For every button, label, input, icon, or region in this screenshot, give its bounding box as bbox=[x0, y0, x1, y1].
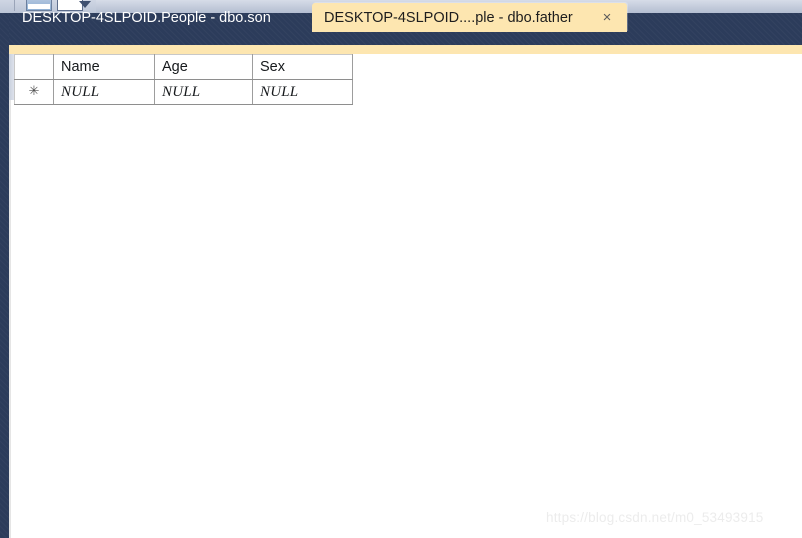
cell-value: NULL bbox=[61, 83, 100, 100]
tab-bar-underline bbox=[9, 45, 802, 54]
left-dock-rail bbox=[0, 13, 9, 538]
results-grid[interactable]: Name Age Sex ✳ NULL NULL NULL bbox=[14, 54, 353, 105]
tab-label: DESKTOP-4SLPOID.People - dbo.son bbox=[22, 9, 271, 26]
table-row[interactable]: ✳ NULL NULL NULL bbox=[14, 79, 353, 105]
column-header-sex[interactable]: Sex bbox=[252, 54, 353, 80]
tab-label: DESKTOP-4SLPOID....ple - dbo.father bbox=[324, 9, 573, 26]
watermark: https://blog.csdn.net/m0_53493915 bbox=[546, 510, 764, 525]
new-row-asterisk-icon: ✳ bbox=[28, 83, 40, 98]
cell-value: NULL bbox=[260, 83, 299, 100]
table-header-row: Name Age Sex bbox=[14, 54, 353, 80]
row-header-new-row[interactable]: ✳ bbox=[14, 79, 54, 105]
cell-age[interactable]: NULL bbox=[154, 79, 253, 105]
tab-dbo-father[interactable]: DESKTOP-4SLPOID....ple - dbo.father × bbox=[312, 3, 627, 32]
column-header-age[interactable]: Age bbox=[154, 54, 253, 80]
row-header-corner bbox=[14, 54, 54, 80]
cell-sex[interactable]: NULL bbox=[252, 79, 353, 105]
tab-dbo-son[interactable]: DESKTOP-4SLPOID.People - dbo.son bbox=[9, 3, 293, 32]
column-header-name[interactable]: Name bbox=[53, 54, 155, 80]
close-icon[interactable]: × bbox=[599, 9, 615, 26]
cell-value: NULL bbox=[162, 83, 201, 100]
cell-name[interactable]: NULL bbox=[53, 79, 155, 105]
